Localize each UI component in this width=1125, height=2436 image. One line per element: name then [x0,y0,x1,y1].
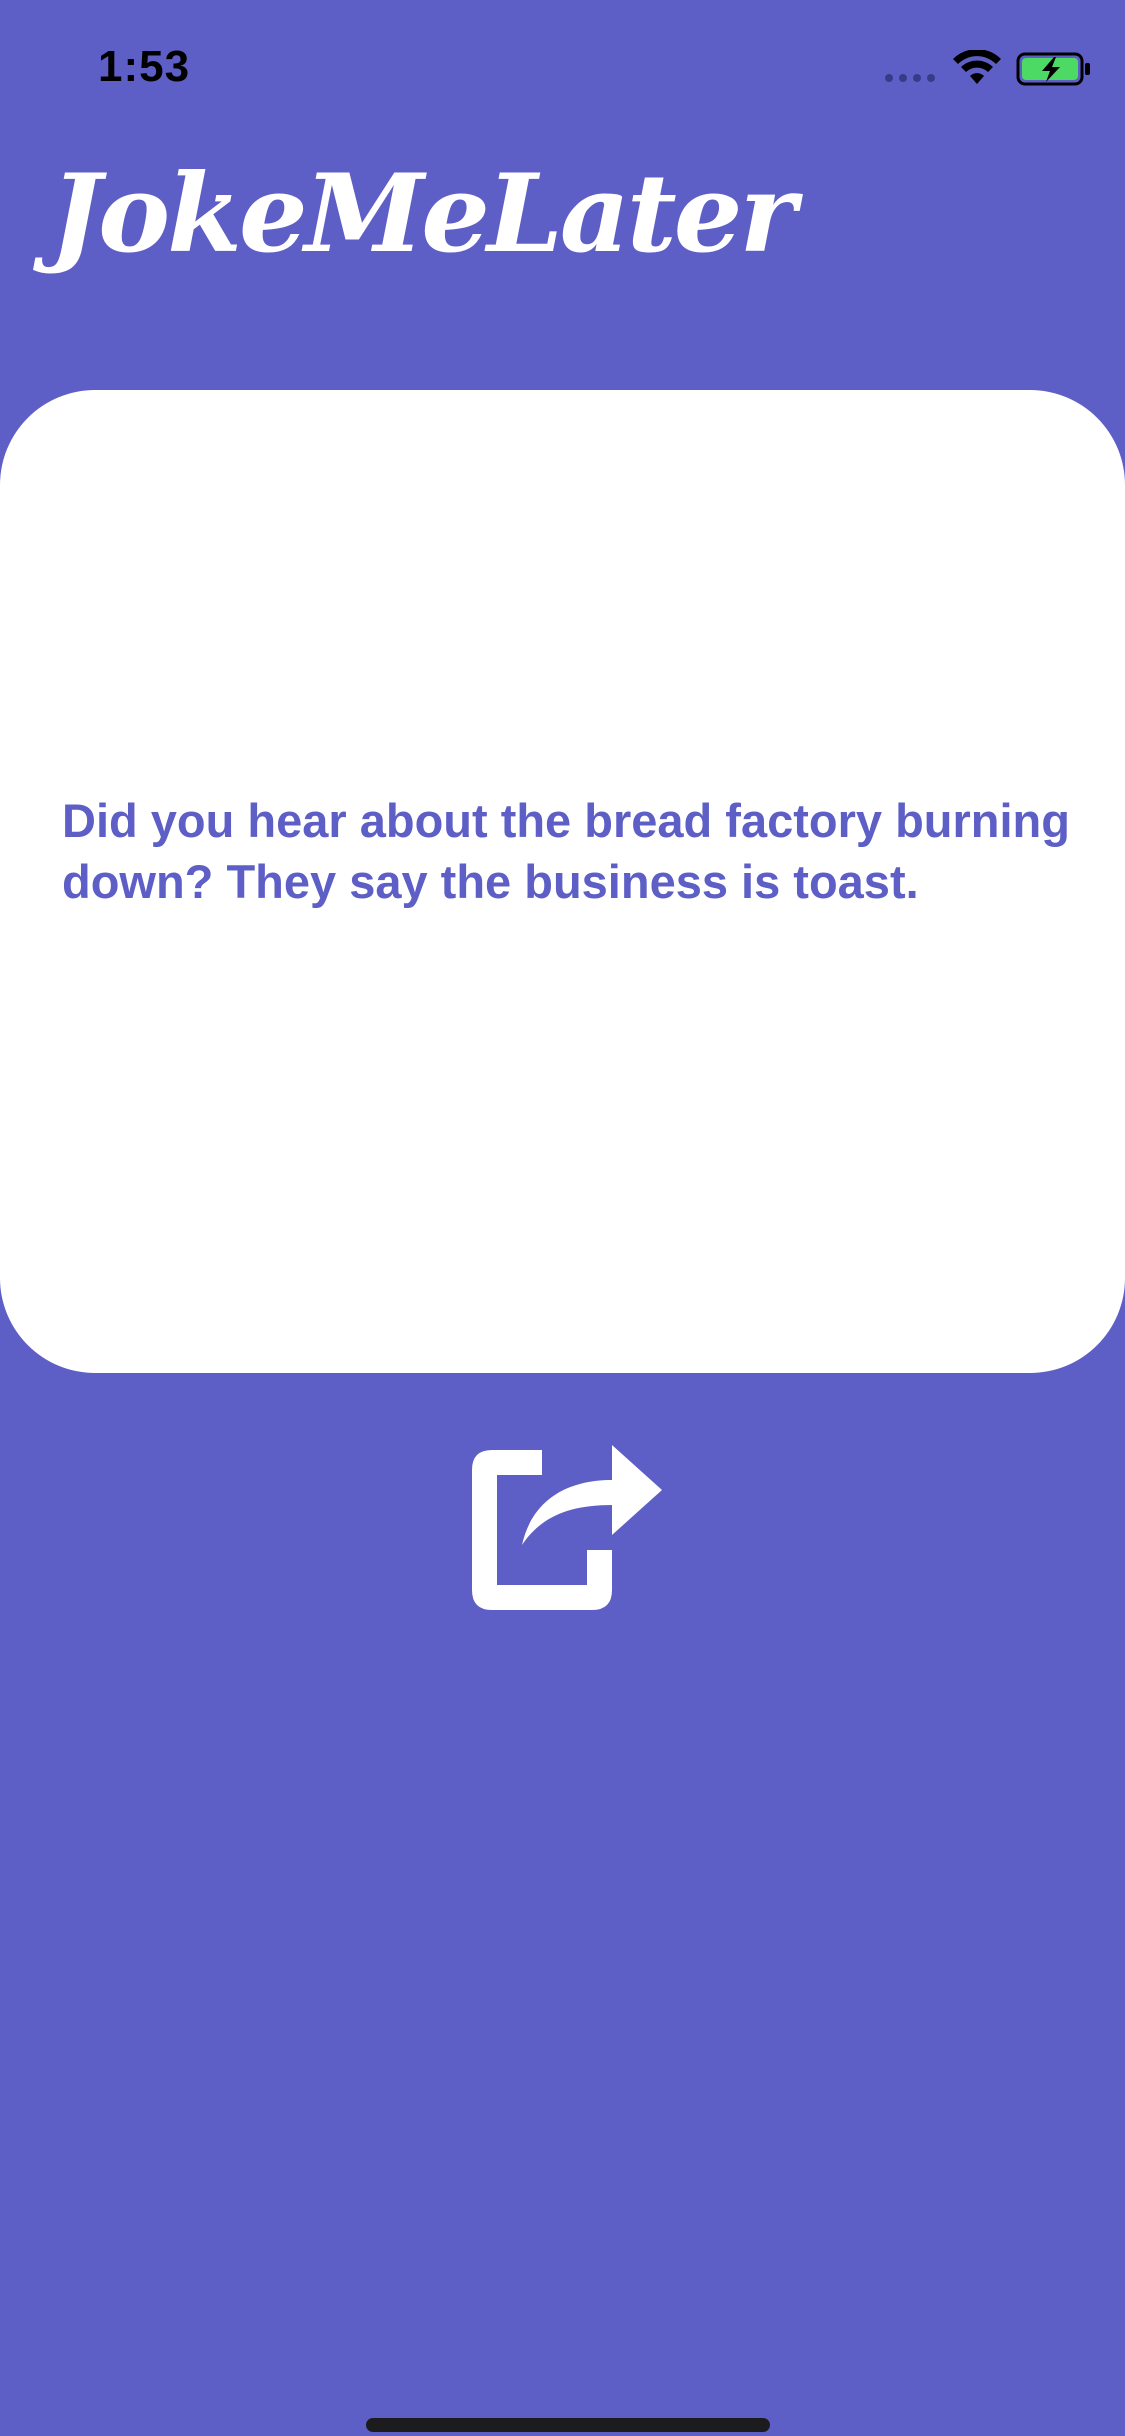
wifi-icon [953,50,1001,84]
share-icon [472,1445,662,1610]
status-bar: 1:53 [0,0,1125,140]
home-indicator[interactable] [366,2418,770,2432]
joke-card: Did you hear about the bread factory bur… [0,390,1125,1373]
joke-text: Did you hear about the bread factory bur… [62,794,1070,908]
app-title: JokeMeLater [50,151,796,277]
status-time: 1:53 [98,42,191,91]
battery-charging-icon [1016,52,1090,86]
share-button[interactable] [462,1430,672,1615]
signal-dots-icon [885,74,935,82]
